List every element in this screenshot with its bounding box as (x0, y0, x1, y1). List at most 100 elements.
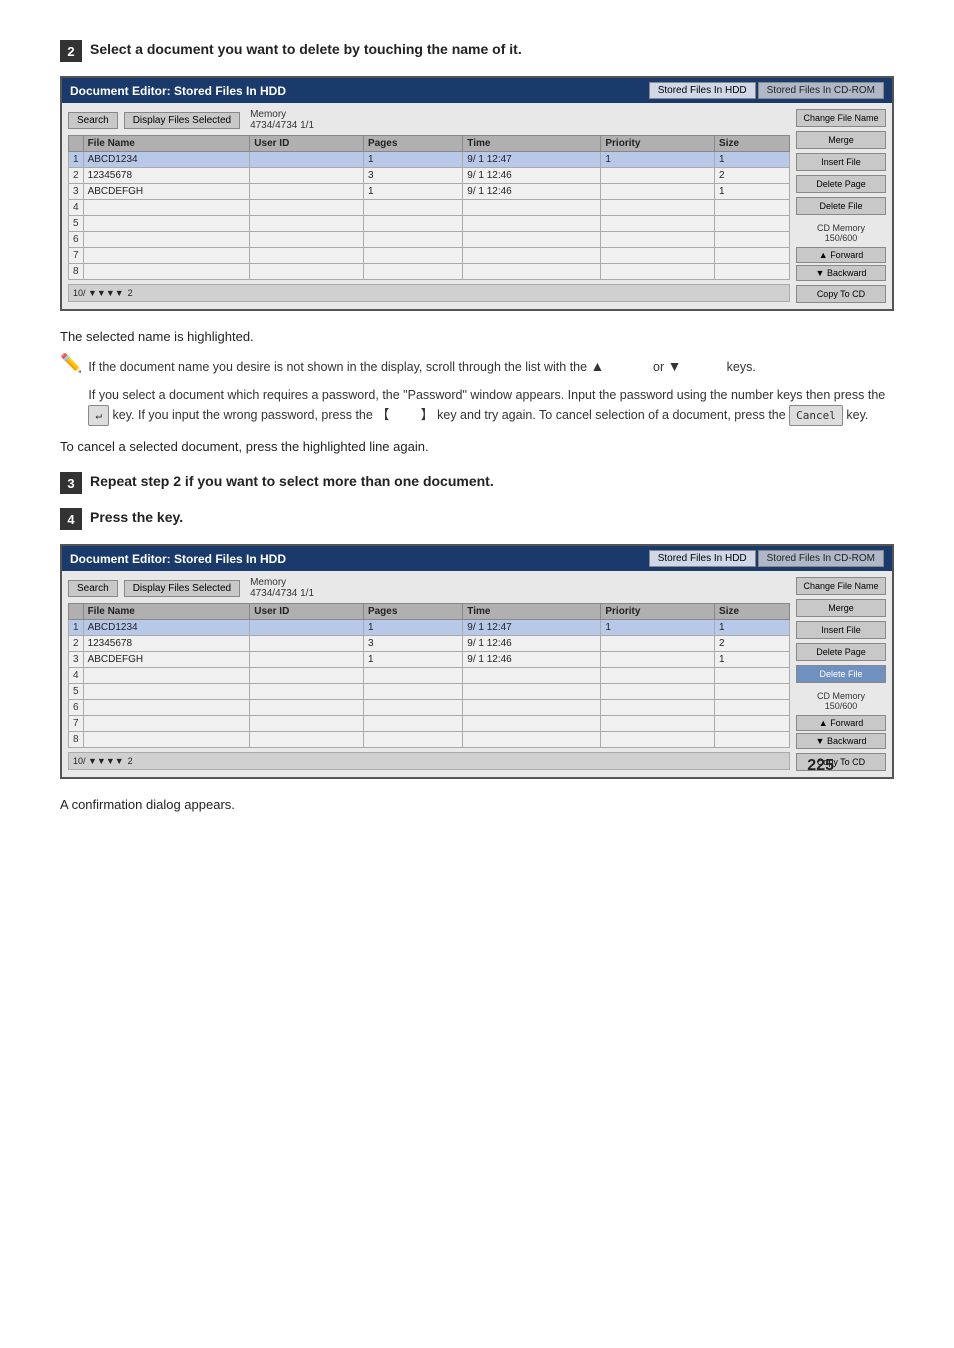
step4-header: 4 Press the key. (60, 508, 894, 530)
doc-table-section-2: Search Display Files Selected Memory 473… (68, 577, 790, 771)
status-bar-1: 10/ ▼▼▼▼ 2 (68, 284, 790, 302)
delete-file-2[interactable]: Delete File (796, 665, 886, 683)
row-size: 1 (715, 152, 790, 168)
row-size: 1 (715, 620, 790, 636)
table-row[interactable]: 7 (69, 716, 790, 732)
backward-btn-2[interactable]: ▼ Backward (796, 733, 886, 749)
row-pages: 1 (363, 184, 462, 200)
col-size-2: Size (715, 604, 790, 620)
doc-editor-2-title: Document Editor: Stored Files In HDD (70, 552, 286, 566)
delete-page-2[interactable]: Delete Page (796, 643, 886, 661)
delete-file-1[interactable]: Delete File (796, 197, 886, 215)
doc-editor-1: Document Editor: Stored Files In HDD Sto… (60, 76, 894, 311)
row-filename (83, 200, 250, 216)
col-pages-2: Pages (363, 604, 462, 620)
row-filename (83, 264, 250, 280)
table-row[interactable]: 6 (69, 232, 790, 248)
doc-table-section-1: Search Display Files Selected Memory 473… (68, 109, 790, 303)
row-pages (363, 668, 462, 684)
cancel-key-note: Cancel (789, 405, 843, 427)
table-row[interactable]: 1 ABCD1234 1 9/ 1 12:47 1 1 (69, 152, 790, 168)
row-time (463, 248, 601, 264)
search-button-1[interactable]: Search (68, 112, 118, 129)
row-pages: 1 (363, 652, 462, 668)
tab-stored-cdrom-2[interactable]: Stored Files In CD-ROM (758, 550, 884, 567)
step4-text: Press the key. (90, 508, 183, 528)
merge-1[interactable]: Merge (796, 131, 886, 149)
doc-editor-2-tabs: Stored Files In HDD Stored Files In CD-R… (649, 550, 884, 567)
col-num-2 (69, 604, 84, 620)
display-files-button-1[interactable]: Display Files Selected (124, 112, 240, 129)
row-num: 4 (69, 200, 84, 216)
insert-file-1[interactable]: Insert File (796, 153, 886, 171)
table-row[interactable]: 7 (69, 248, 790, 264)
toolbar-row-2: Search Display Files Selected Memory 473… (68, 577, 790, 599)
search-button-2[interactable]: Search (68, 580, 118, 597)
insert-file-2[interactable]: Insert File (796, 621, 886, 639)
row-priority (601, 732, 715, 748)
row-num: 2 (69, 168, 84, 184)
row-filename (83, 248, 250, 264)
or-text: or (653, 360, 664, 374)
row-size (715, 668, 790, 684)
row-pages (363, 264, 462, 280)
table-row[interactable]: 5 (69, 216, 790, 232)
row-time (463, 716, 601, 732)
row-pages (363, 732, 462, 748)
merge-2[interactable]: Merge (796, 599, 886, 617)
doc-editor-2-body: Search Display Files Selected Memory 473… (62, 571, 892, 777)
table-row[interactable]: 2 12345678 3 9/ 1 12:46 2 (69, 636, 790, 652)
row-time (463, 264, 601, 280)
col-time-1: Time (463, 136, 601, 152)
step2-text: Select a document you want to delete by … (90, 40, 522, 60)
cd-nav-1: ▲ Forward ▼ Backward (796, 247, 886, 281)
col-userid-1: User ID (250, 136, 364, 152)
row-filename: ABCDEFGH (83, 652, 250, 668)
forward-btn-2[interactable]: ▲ Forward (796, 715, 886, 731)
step3-text: Repeat step 2 if you want to select more… (90, 472, 494, 492)
delete-page-1[interactable]: Delete Page (796, 175, 886, 193)
table-row[interactable]: 4 (69, 200, 790, 216)
row-num: 5 (69, 684, 84, 700)
change-file-name-1[interactable]: Change File Name (796, 109, 886, 127)
row-size (715, 700, 790, 716)
row-userid (250, 200, 364, 216)
tab-stored-hdd-2[interactable]: Stored Files In HDD (649, 550, 756, 567)
row-pages: 3 (363, 636, 462, 652)
row-size (715, 248, 790, 264)
tab-stored-hdd-1[interactable]: Stored Files In HDD (649, 82, 756, 99)
change-file-name-2[interactable]: Change File Name (796, 577, 886, 595)
row-filename: 12345678 (83, 168, 250, 184)
table-row[interactable]: 8 (69, 732, 790, 748)
row-time (463, 668, 601, 684)
table-row[interactable]: 3 ABCDEFGH 1 9/ 1 12:46 1 (69, 652, 790, 668)
backward-btn-1[interactable]: ▼ Backward (796, 265, 886, 281)
page-number: 225 (807, 757, 834, 775)
row-num: 3 (69, 184, 84, 200)
copy-to-cd-1[interactable]: Copy To CD (796, 285, 886, 303)
table-row[interactable]: 8 (69, 264, 790, 280)
forward-btn-1[interactable]: ▲ Forward (796, 247, 886, 263)
table-row[interactable]: 4 (69, 668, 790, 684)
row-num: 1 (69, 152, 84, 168)
table-row[interactable]: 5 (69, 684, 790, 700)
action-buttons-1: Change File Name Merge Insert File Delet… (796, 109, 886, 303)
tab-stored-cdrom-1[interactable]: Stored Files In CD-ROM (758, 82, 884, 99)
row-priority (601, 652, 715, 668)
row-num: 7 (69, 248, 84, 264)
bracket-key-note: 【 】 (376, 408, 433, 423)
toolbar-row-1: Search Display Files Selected Memory 473… (68, 109, 790, 131)
row-size (715, 264, 790, 280)
table-row[interactable]: 2 12345678 3 9/ 1 12:46 2 (69, 168, 790, 184)
step2-number: 2 (60, 40, 82, 62)
row-userid (250, 620, 364, 636)
table-row[interactable]: 1 ABCD1234 1 9/ 1 12:47 1 1 (69, 620, 790, 636)
row-userid (250, 264, 364, 280)
table-row[interactable]: 6 (69, 700, 790, 716)
cd-nav-2: ▲ Forward ▼ Backward (796, 715, 886, 749)
table-row[interactable]: 3 ABCDEFGH 1 9/ 1 12:46 1 (69, 184, 790, 200)
col-filename-1: File Name (83, 136, 250, 152)
display-files-button-2[interactable]: Display Files Selected (124, 580, 240, 597)
row-pages (363, 200, 462, 216)
row-size (715, 232, 790, 248)
